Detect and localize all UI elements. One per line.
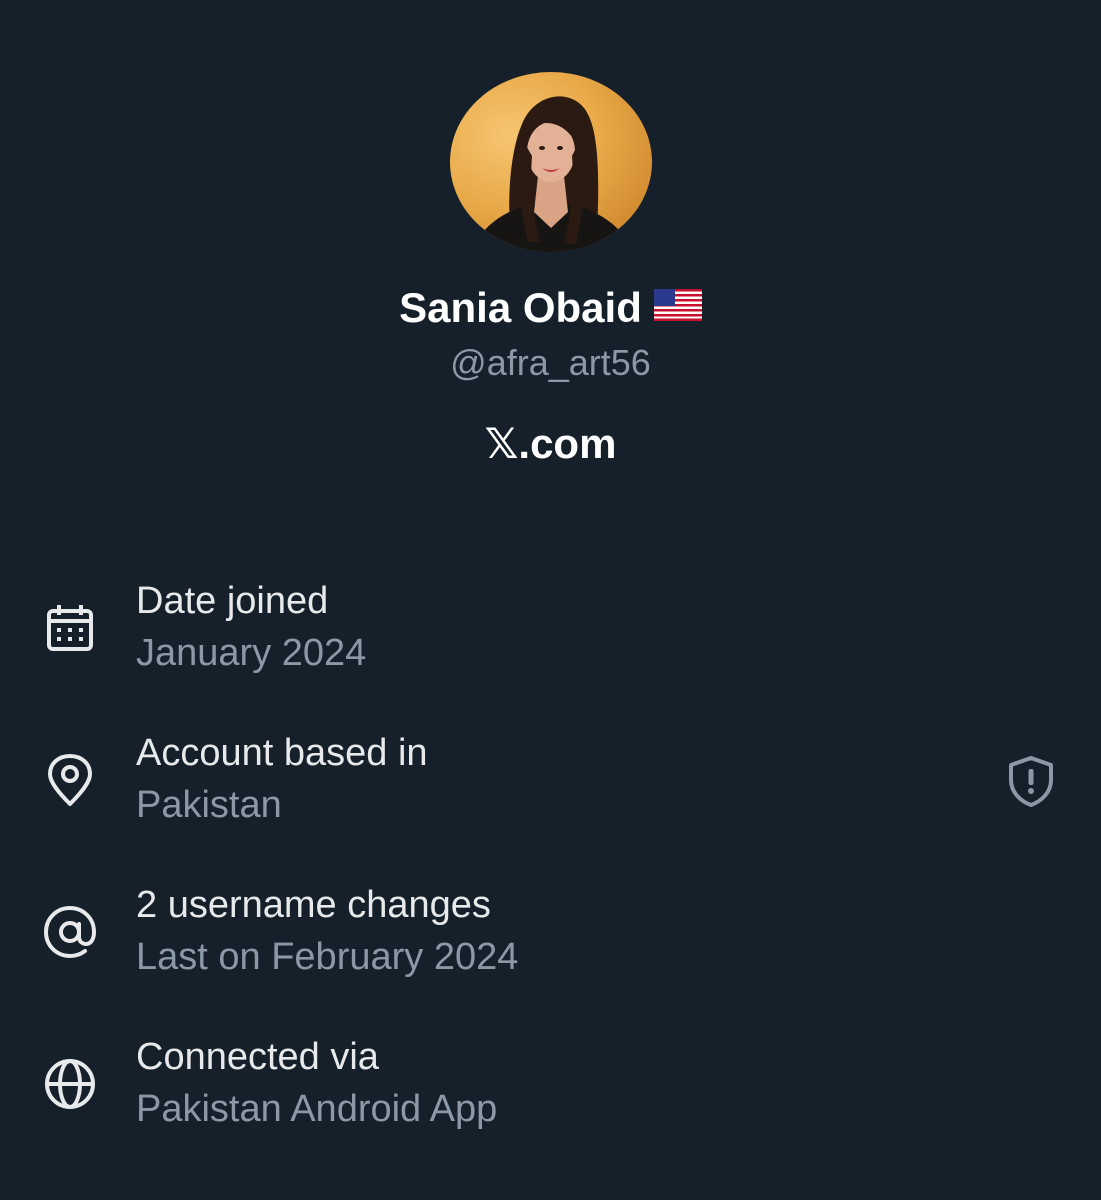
detail-title: Connected via	[136, 1036, 379, 1078]
handle: @afra_art56	[450, 342, 651, 383]
detail-row-username-changes: 2 username changes Last on February 2024	[0, 882, 1101, 992]
detail-row-connected-via: Connected via Pakistan Android App	[0, 1034, 1101, 1144]
calendar-icon	[42, 600, 98, 656]
detail-value: Last on February 2024	[136, 936, 519, 978]
domain-label: 𝕏.com	[484, 420, 617, 467]
shield-alert-icon[interactable]	[1004, 754, 1058, 808]
avatar-photo	[470, 96, 634, 252]
detail-title: Date joined	[136, 580, 329, 622]
location-pin-icon	[42, 752, 98, 808]
display-name-text: Sania Obaid	[399, 284, 642, 331]
us-flag-icon	[653, 281, 702, 333]
globe-icon	[42, 1056, 98, 1112]
detail-title: 2 username changes	[136, 884, 491, 926]
avatar[interactable]	[450, 72, 652, 252]
detail-row-date-joined: Date joined January 2024	[0, 578, 1101, 688]
detail-title: Account based in	[136, 732, 428, 774]
detail-value: January 2024	[136, 632, 367, 674]
display-name: Sania Obaid	[0, 282, 1101, 337]
detail-value: Pakistan	[136, 784, 282, 826]
detail-value: Pakistan Android App	[136, 1088, 498, 1130]
detail-row-account-based-in: Account based in Pakistan	[0, 730, 1101, 840]
at-sign-icon	[42, 904, 98, 960]
